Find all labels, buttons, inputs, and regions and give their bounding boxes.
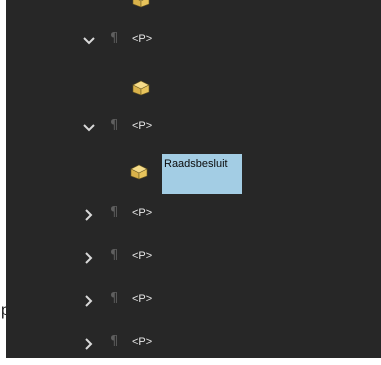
- bottom-edge: [6, 358, 381, 365]
- selected-label-editor[interactable]: Raadsbesluit: [162, 154, 242, 194]
- tree-node-p-1[interactable]: ¶ <P>: [6, 28, 381, 52]
- node-tag: <P>: [132, 207, 153, 219]
- chevron-down-icon[interactable]: [82, 121, 96, 135]
- chevron-right-icon[interactable]: [82, 208, 96, 222]
- chevron-right-icon[interactable]: [82, 294, 96, 308]
- node-tag: <P>: [132, 293, 153, 305]
- pilcrow-icon: ¶: [110, 118, 119, 133]
- tree-node-p-3[interactable]: ¶ <P>: [6, 202, 381, 226]
- pilcrow-icon: ¶: [110, 291, 119, 306]
- pilcrow-icon: ¶: [110, 205, 119, 220]
- tag-tree: ¶ <P> ¶ <P> Raadsbesluit ¶ <P> ¶ <P> ¶ <…: [6, 0, 381, 365]
- node-tag: <P>: [132, 250, 153, 262]
- node-tag: <P>: [132, 33, 153, 45]
- box-icon: [132, 0, 150, 8]
- pilcrow-icon: ¶: [110, 334, 119, 349]
- chevron-right-icon[interactable]: [82, 251, 96, 265]
- tree-node-p-6[interactable]: ¶ <P>: [6, 331, 381, 355]
- node-tag: <P>: [132, 120, 153, 132]
- chevron-down-icon[interactable]: [82, 34, 96, 48]
- node-tag: <P>: [132, 336, 153, 348]
- pilcrow-icon: ¶: [110, 31, 119, 46]
- tree-node-p-4[interactable]: ¶ <P>: [6, 245, 381, 269]
- structure-panel: p ¶ <P>: [0, 0, 381, 365]
- box-icon: [132, 80, 150, 96]
- tree-node-p-2[interactable]: ¶ <P>: [6, 115, 381, 139]
- selected-label-text: Raadsbesluit: [164, 158, 228, 170]
- tree-node-p-5[interactable]: ¶ <P>: [6, 288, 381, 312]
- box-icon: [130, 164, 148, 180]
- chevron-right-icon[interactable]: [82, 337, 96, 351]
- pilcrow-icon: ¶: [110, 248, 119, 263]
